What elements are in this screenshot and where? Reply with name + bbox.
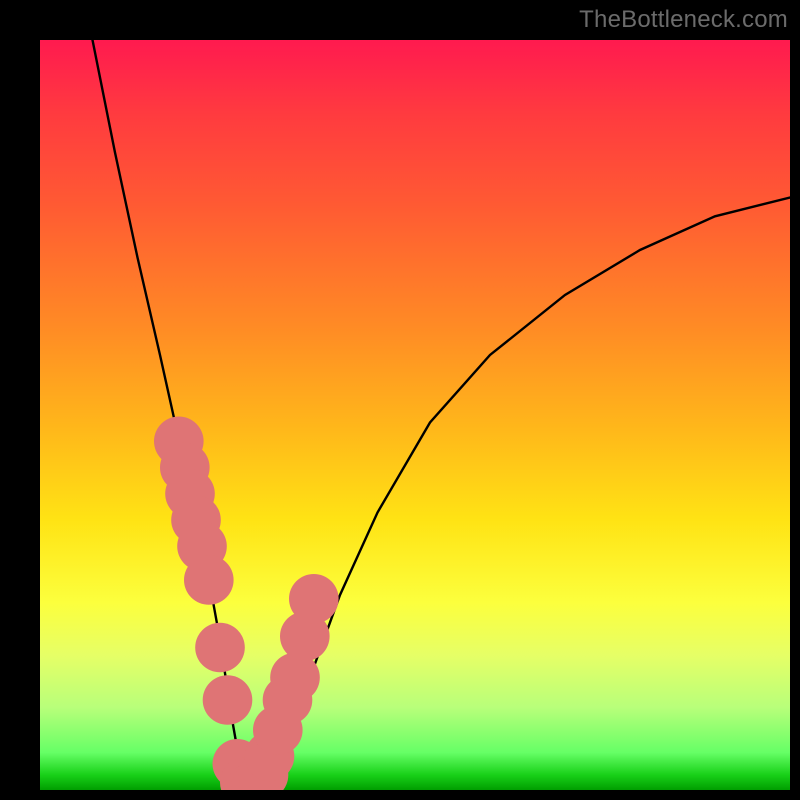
marker-dot xyxy=(289,574,339,624)
watermark-text: TheBottleneck.com xyxy=(579,6,788,34)
chart-frame: TheBottleneck.com xyxy=(0,0,800,800)
marker-dot xyxy=(184,555,234,605)
bottleneck-curve xyxy=(93,40,791,788)
plot-area xyxy=(40,40,790,790)
marker-dot xyxy=(270,653,320,703)
marker-dot xyxy=(203,675,253,725)
marker-dot xyxy=(195,623,245,673)
curve-svg xyxy=(40,40,790,790)
marker-dot-group xyxy=(154,417,339,791)
